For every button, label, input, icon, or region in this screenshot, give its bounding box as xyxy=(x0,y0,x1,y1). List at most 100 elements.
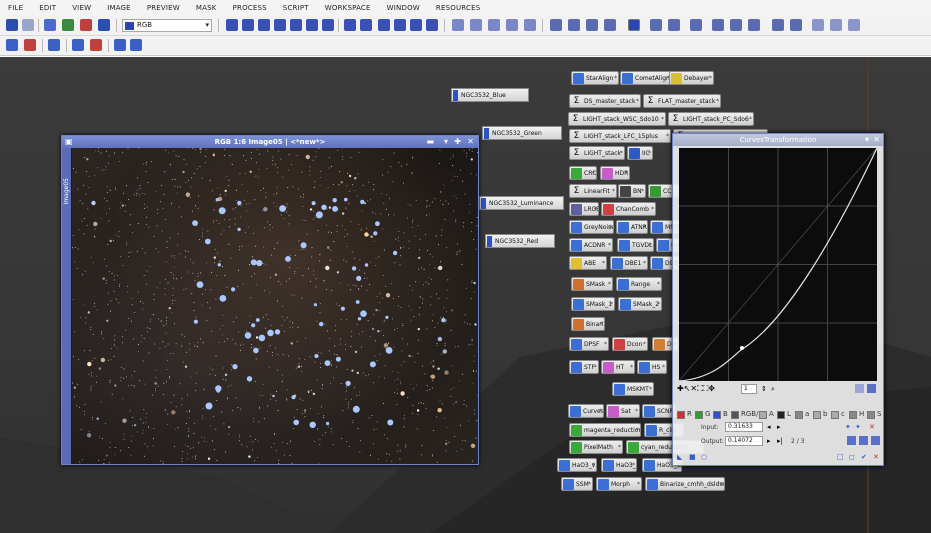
undo-icon[interactable] xyxy=(6,19,18,31)
next-point-icon[interactable]: ▸ xyxy=(777,422,781,432)
histogram-icon[interactable] xyxy=(847,436,856,445)
curves-title-bar[interactable]: CurvesTransformation ▾ ✕ xyxy=(673,134,883,146)
view-icon-red[interactable]: NGC3532_Red xyxy=(485,234,555,248)
process-icon-ssm[interactable]: SSM * xyxy=(561,477,593,491)
apply-icon[interactable]: ○ xyxy=(701,452,707,462)
maximize-icon[interactable]: ✚ xyxy=(454,136,461,148)
process-icon-hs[interactable]: HS * xyxy=(637,360,667,374)
process-icon-ds-master-stack[interactable]: Σ DS_master_stack * xyxy=(569,94,641,108)
menu-view[interactable]: VIEW xyxy=(64,4,99,12)
cursor-icon[interactable] xyxy=(226,19,238,31)
pin-icon[interactable]: ✦ xyxy=(855,422,861,432)
process-icon-staralign[interactable]: StarAlign * xyxy=(571,71,619,85)
process-icon[interactable] xyxy=(24,39,36,51)
star-field-image[interactable] xyxy=(72,148,478,464)
input-field[interactable]: 0.31633 xyxy=(725,422,763,432)
new-image-icon[interactable] xyxy=(62,19,74,31)
shade-icon[interactable]: ▾ xyxy=(865,134,869,146)
view-mode-icon[interactable] xyxy=(470,19,482,31)
close-icon[interactable]: ✕ xyxy=(467,136,474,148)
menu-edit[interactable]: EDIT xyxy=(31,4,64,12)
process-icon-crop[interactable]: CROP* xyxy=(569,166,597,180)
process-icon-lrgb[interactable]: LRGB * xyxy=(569,202,599,216)
fullscreen-icon[interactable] xyxy=(306,19,318,31)
image-selector[interactable]: RGB ▾ xyxy=(122,19,212,32)
process-icon-greynoise[interactable]: GreyNoise * xyxy=(569,220,614,234)
process-icon-light-stack-pc-sdo6[interactable]: Σ LIGHT_stack_PC_Sdo6 * xyxy=(668,112,754,126)
process-icon-hao3-v1[interactable]: HaO3_v1 * xyxy=(557,458,597,472)
zoom-2-1-icon[interactable] xyxy=(394,19,406,31)
window-menu-icon[interactable]: ▣ xyxy=(65,136,73,148)
view-mode-icon[interactable] xyxy=(452,19,464,31)
process-icon-tgvdl[interactable]: TGVDL * xyxy=(617,238,654,252)
process-icon-mskmt[interactable]: MSKMT * xyxy=(612,382,654,396)
menu-workspace[interactable]: WORKSPACE xyxy=(317,4,379,12)
preview-toggle-icon[interactable]: □ xyxy=(837,452,844,462)
curve-graph[interactable] xyxy=(679,148,877,381)
image-window-tab[interactable]: Image05 xyxy=(62,148,71,464)
mask-toggle-icon[interactable] xyxy=(812,19,824,31)
process-icon[interactable] xyxy=(72,39,84,51)
channel-g-checkbox[interactable] xyxy=(695,411,703,419)
channel-icon[interactable] xyxy=(604,19,616,31)
pan-icon[interactable] xyxy=(258,19,270,31)
process-icon-iic[interactable]: IIC * xyxy=(627,146,653,160)
zoom-out-icon[interactable] xyxy=(360,19,372,31)
menu-window[interactable]: WINDOW xyxy=(379,4,428,12)
channel-c-checkbox[interactable] xyxy=(831,411,839,419)
process-icon-dpsf[interactable]: DPSF * xyxy=(569,337,609,351)
process-icon-range[interactable]: Range * xyxy=(616,277,662,291)
stf-icon[interactable] xyxy=(628,19,640,31)
zoom-fit-icon[interactable] xyxy=(290,19,302,31)
process-icon-morph[interactable]: Morph * xyxy=(596,477,642,491)
zoom-stepper-icon[interactable]: ⇕ xyxy=(761,384,767,394)
pin-icon[interactable]: ✦ xyxy=(845,422,851,432)
process-icon-acdnr[interactable]: ACDNR * xyxy=(569,238,613,252)
menu-file[interactable]: FILE xyxy=(0,4,31,12)
process-icon-flat-master-stack[interactable]: Σ FLAT_master_stack * xyxy=(643,94,721,108)
image-window-title[interactable]: ▣ RGB 1:6 Image05 | <*new*> ▬ ▾ ✚ ✕ xyxy=(62,136,478,148)
channel-a-checkbox[interactable] xyxy=(759,411,767,419)
process-icon-pixelmath[interactable]: PixelMath * xyxy=(569,440,623,454)
first-point-icon[interactable]: ▸ xyxy=(767,436,771,446)
zoom-1-1-icon[interactable] xyxy=(378,19,390,31)
view-mode-icon[interactable] xyxy=(506,19,518,31)
prev-point-icon[interactable]: ◂ xyxy=(767,422,771,432)
process-icon-ht[interactable]: HT * xyxy=(601,360,635,374)
check-icon[interactable]: ✔ xyxy=(861,452,867,462)
menu-resources[interactable]: RESOURCES xyxy=(428,4,488,12)
center-icon[interactable] xyxy=(274,19,286,31)
channel-s-checkbox[interactable] xyxy=(867,411,875,419)
channel-b-checkbox[interactable] xyxy=(713,411,721,419)
process-icon-abe[interactable]: ABE * xyxy=(569,256,607,270)
process-icon-light-stack-lfc-15plus[interactable]: Σ LIGHT_stack_LFC_15plus * xyxy=(569,129,671,143)
stf-icon[interactable] xyxy=(650,19,662,31)
process-icon-bn[interactable]: BN * xyxy=(618,184,646,198)
process-icon-dcon[interactable]: Dcon * xyxy=(612,337,648,351)
stf-icon[interactable] xyxy=(668,19,680,31)
channel-r-checkbox[interactable] xyxy=(677,411,685,419)
mask-toggle-icon[interactable] xyxy=(848,19,860,31)
process-icon[interactable] xyxy=(6,39,18,51)
process-icon[interactable] xyxy=(48,39,60,51)
view-mode-icon[interactable] xyxy=(524,19,536,31)
menu-script[interactable]: SCRIPT xyxy=(275,4,317,12)
curve-mode-icon[interactable] xyxy=(855,384,864,393)
curves-transformation-window[interactable]: CurvesTransformation ▾ ✕ ✚↖✕⛶⛶✥ 1 ⇕ ⌕ In… xyxy=(672,133,884,466)
process-icon-hdr[interactable]: HDR * xyxy=(600,166,630,180)
zoom-fit-window-icon[interactable] xyxy=(410,19,422,31)
readout-icon[interactable] xyxy=(322,19,334,31)
process-icon-smask[interactable]: SMask * xyxy=(571,277,613,291)
history-icon[interactable] xyxy=(44,19,56,31)
channel-icon[interactable] xyxy=(586,19,598,31)
mask-toggle-icon[interactable] xyxy=(772,19,784,31)
mask-toggle-icon[interactable] xyxy=(790,19,802,31)
process-icon-smask-2[interactable]: SMask_2 * xyxy=(618,297,662,311)
view-icon-blue[interactable]: NGC3532_Blue xyxy=(451,88,529,102)
browse-doc-icon[interactable]: ◻ xyxy=(849,452,855,462)
stf-icon[interactable] xyxy=(748,19,760,31)
mask-toggle-icon[interactable] xyxy=(830,19,842,31)
last-point-icon[interactable]: ▸| xyxy=(777,436,783,446)
process-icon-light-stack-wsc-sdo10[interactable]: Σ LIGHT_stack_WSC_Sdo10* xyxy=(568,112,666,126)
mask-icon[interactable] xyxy=(80,19,92,31)
